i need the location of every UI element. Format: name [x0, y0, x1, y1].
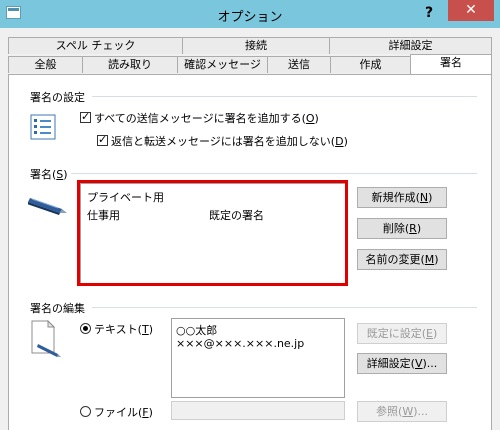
divider	[71, 173, 477, 174]
file-radio[interactable]	[80, 406, 91, 417]
no-sig-reply-forward-checkbox[interactable]	[97, 133, 108, 146]
tab-general[interactable]: 全般	[8, 56, 83, 73]
close-button[interactable]: ✕	[448, 0, 494, 21]
delete-signature-button[interactable]: 削除(R)	[357, 218, 447, 239]
help-button[interactable]: ?	[418, 2, 440, 24]
edit-signature-heading: 署名の編集	[30, 302, 85, 315]
tab-read[interactable]: 読み取り	[82, 56, 178, 73]
rename-signature-button[interactable]: 名前の変更(M)	[357, 249, 447, 270]
advanced-settings-button[interactable]: 詳細設定(V)...	[357, 353, 447, 374]
settings-checklist-icon	[30, 114, 56, 140]
add-signature-all-label: すべての送信メッセージに署名を追加する(O)	[94, 112, 319, 125]
browse-button[interactable]: 参照(W)...	[357, 401, 447, 422]
divider	[92, 96, 477, 97]
no-sig-reply-forward-label: 返信と転送メッセージには署名を追加しない(D)	[111, 135, 348, 148]
options-dialog: オプション ? ✕ スペル チェック 接続 詳細設定 全般 読み取り 確認メッセ…	[0, 0, 500, 430]
tab-send[interactable]: 送信	[267, 56, 331, 73]
file-radio-label: ファイル(F)	[94, 406, 153, 419]
tab-advanced[interactable]: 詳細設定	[329, 37, 492, 54]
signature-text-editor[interactable]: ○○太郎 ×××@×××.×××.ne.jp	[171, 318, 345, 398]
title-bar: オプション ? ✕	[0, 0, 500, 28]
divider	[92, 307, 477, 308]
document-pen-icon	[31, 320, 61, 357]
new-signature-button[interactable]: 新規作成(N)	[357, 187, 447, 208]
tab-connection[interactable]: 接続	[182, 37, 330, 54]
signature-text-line: ○○太郎	[176, 324, 218, 337]
sig-settings-heading: 署名の設定	[30, 91, 85, 104]
highlight-frame	[77, 180, 348, 286]
signatures-heading: 署名(S)	[30, 168, 68, 181]
add-signature-all-checkbox[interactable]	[80, 110, 91, 123]
set-default-button[interactable]: 既定に設定(E)	[357, 323, 447, 344]
signature-text-line: ×××@×××.×××.ne.jp	[176, 337, 305, 350]
signature-file-path-field[interactable]	[171, 401, 345, 420]
tab-receipts[interactable]: 確認メッセージ	[177, 56, 268, 73]
tab-compose[interactable]: 作成	[330, 56, 411, 73]
tab-signatures[interactable]: 署名	[410, 54, 492, 74]
text-radio[interactable]	[80, 323, 91, 334]
signature-pen-icon	[28, 198, 67, 215]
text-radio-label: テキスト(T)	[94, 323, 153, 336]
tab-spell-check[interactable]: スペル チェック	[8, 37, 183, 54]
